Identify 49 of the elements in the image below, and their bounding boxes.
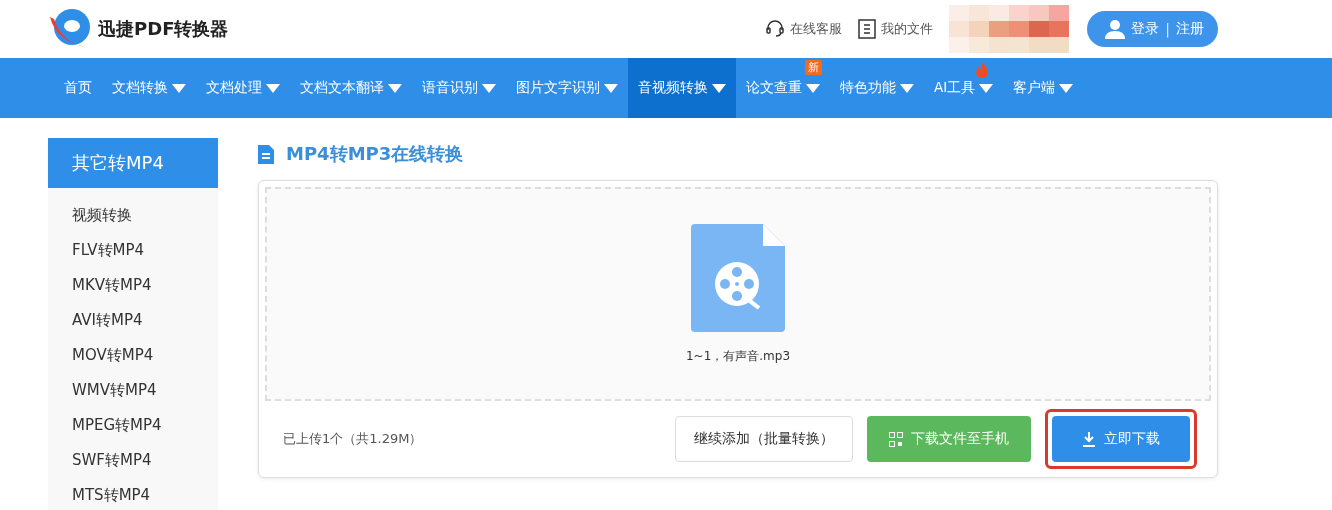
qr-code-icon — [889, 431, 903, 447]
sidebar-item[interactable]: SWF转MP4 — [48, 443, 218, 478]
sidebar-item[interactable]: WMV转MP4 — [48, 373, 218, 408]
caret-icon — [979, 83, 994, 93]
flame-icon — [975, 62, 990, 78]
nav-tab[interactable]: 文档转换 — [102, 58, 196, 118]
caret-icon — [604, 83, 618, 93]
header-link[interactable]: 我的文件 — [858, 19, 934, 39]
login-register-button[interactable]: 登录 | 注册 — [1087, 11, 1218, 47]
page-title: MP4转MP3在线转换 — [286, 142, 464, 166]
upload-status: 已上传1个（共1.29M） — [283, 430, 423, 448]
caret-icon — [266, 83, 280, 93]
sidebar-heading: 其它转MP4 — [48, 138, 218, 188]
caret-icon — [482, 83, 496, 93]
nav-tab[interactable]: 论文查重 新 — [736, 58, 830, 118]
brand-name[interactable]: 迅捷PDF转换器 — [98, 17, 229, 41]
video-file-icon — [691, 223, 785, 332]
download-icon — [1082, 431, 1096, 447]
document-icon — [858, 19, 877, 39]
file-name: 1~1，有声音.mp3 — [685, 347, 791, 365]
sidebar-item[interactable]: MKV转MP4 — [48, 268, 218, 303]
caret-icon — [1059, 83, 1074, 93]
user-icon — [1105, 19, 1126, 39]
sidebar-item[interactable]: FLV转MP4 — [48, 233, 218, 268]
caret-icon — [712, 83, 726, 93]
header-link[interactable]: 在线客服 — [765, 19, 843, 39]
headset-icon — [765, 19, 786, 39]
nav-tab[interactable]: 语音识别 — [412, 58, 506, 118]
add-more-button[interactable]: 继续添加（批量转换） — [675, 416, 853, 462]
sidebar-item[interactable]: MPEG转MP4 — [48, 408, 218, 443]
sidebar-item[interactable]: MTS转MP4 — [48, 478, 218, 510]
sidebar-item[interactable]: MOV转MP4 — [48, 338, 218, 373]
nav-tab[interactable]: 文档处理 — [196, 58, 290, 118]
new-badge: 新 — [805, 60, 822, 75]
caret-icon — [806, 83, 820, 93]
nav-tab[interactable]: AI工具 — [924, 58, 1004, 118]
nav-tab[interactable]: 图片文字识别 — [506, 58, 628, 118]
nav-tab[interactable]: 文档文本翻译 — [290, 58, 412, 118]
caret-icon — [900, 83, 914, 93]
document-icon — [258, 144, 274, 164]
download-now-button[interactable]: 立即下载 — [1052, 416, 1190, 462]
sidebar-item[interactable]: AVI转MP4 — [48, 303, 218, 338]
sidebar-item[interactable]: 视频转换 — [48, 198, 218, 233]
nav-tab[interactable]: 客户端 — [1003, 58, 1084, 118]
nav-tab[interactable]: 首页 — [54, 58, 102, 118]
nav-tab[interactable]: 音视频转换 — [628, 58, 736, 118]
nav-tab[interactable]: 特色功能 — [830, 58, 924, 118]
caret-icon — [172, 83, 186, 93]
caret-icon — [388, 83, 402, 93]
